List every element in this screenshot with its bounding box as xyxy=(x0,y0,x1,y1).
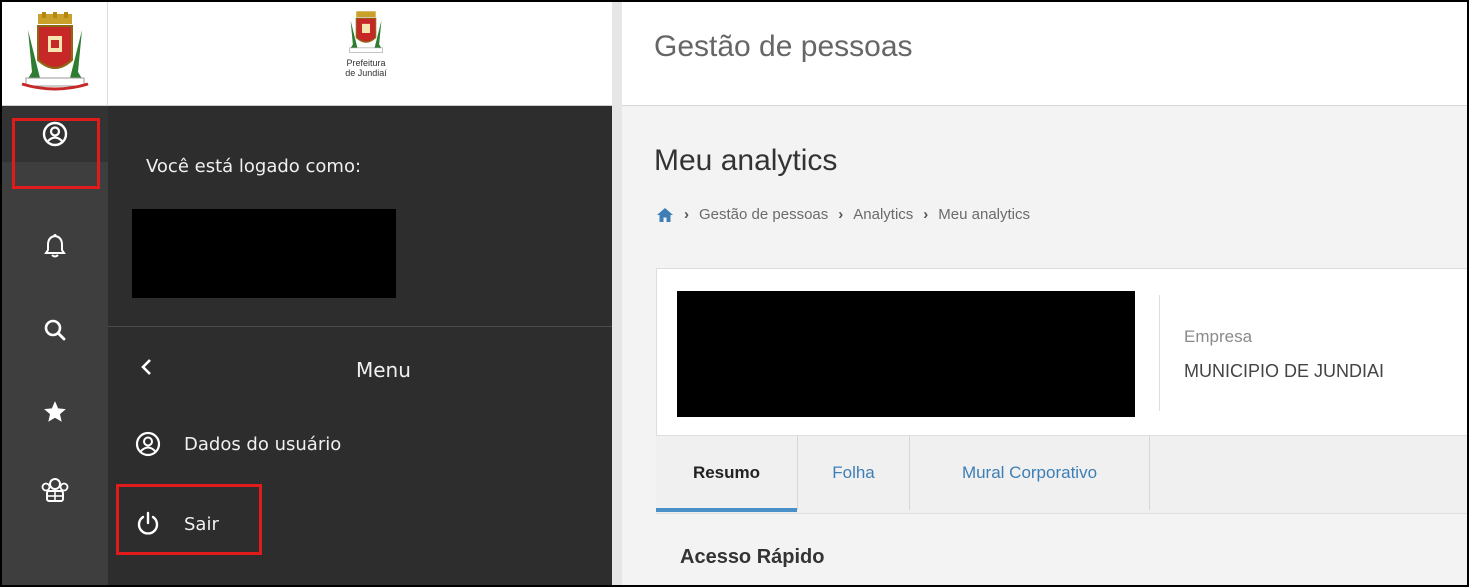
redacted-username xyxy=(132,209,396,298)
menu-title: Menu xyxy=(356,358,411,382)
breadcrumb-item[interactable]: Analytics xyxy=(853,206,913,223)
team-button[interactable] xyxy=(2,462,108,518)
tab-label: Folha xyxy=(832,463,875,482)
menu-item-label: Dados do usuário xyxy=(184,433,342,455)
chevron-left-icon xyxy=(141,359,151,375)
section-title: Acesso Rápido xyxy=(680,546,825,568)
chevron-right-icon: › xyxy=(684,206,689,223)
main-content: Meu analytics › Gestão de pessoas › Anal… xyxy=(622,106,1467,585)
menu-back-button[interactable] xyxy=(132,352,162,382)
app-window: Prefeitura de Jundiaí Você está logado c… xyxy=(0,0,1469,587)
breadcrumb-item[interactable]: Gestão de pessoas xyxy=(699,206,828,223)
coat-of-arms-logo-small[interactable] xyxy=(2,2,108,106)
company-name: MUNICIPIO DE JUNDIAI xyxy=(1184,361,1385,381)
user-button-highlight xyxy=(12,118,100,189)
bell-icon xyxy=(44,234,66,258)
panel-splitter xyxy=(612,2,622,585)
chevron-right-icon: › xyxy=(838,206,844,223)
tab-resumo[interactable]: Resumo xyxy=(656,436,798,512)
coat-of-arms-icon xyxy=(21,12,89,91)
home-icon[interactable] xyxy=(656,207,674,223)
logo-line-2: de Jundiaí xyxy=(345,68,387,78)
brand-header: Prefeitura de Jundiaí xyxy=(108,2,612,106)
search-button[interactable] xyxy=(2,302,108,358)
chevron-right-icon: › xyxy=(923,206,929,223)
app-title: Gestão de pessoas xyxy=(654,30,913,63)
redacted-employee-info xyxy=(677,291,1135,417)
search-icon xyxy=(44,319,66,341)
tab-folha[interactable]: Folha xyxy=(798,436,910,510)
star-icon xyxy=(44,401,66,422)
tab-label: Resumo xyxy=(692,463,761,482)
logo-line-1: Prefeitura xyxy=(346,58,386,68)
favorites-button[interactable] xyxy=(2,384,108,440)
prefeitura-logo-text: Prefeitura de Jundiaí xyxy=(336,58,396,78)
tab-mural-corporativo[interactable]: Mural Corporativo xyxy=(910,436,1150,510)
notifications-button[interactable] xyxy=(2,218,108,274)
panel-divider xyxy=(108,326,612,327)
coat-of-arms-icon xyxy=(349,11,383,53)
logout-highlight xyxy=(116,484,262,555)
page-title: Meu analytics xyxy=(654,144,838,177)
tab-label: Mural Corporativo xyxy=(961,463,1098,482)
employee-card: Empresa MUNICIPIO DE JUNDIAI xyxy=(656,268,1467,436)
logged-in-label: Você está logado como: xyxy=(146,156,362,177)
team-icon xyxy=(41,478,69,502)
company-label: Empresa xyxy=(1184,327,1253,346)
menu-item-user-data[interactable]: Dados do usuário xyxy=(128,422,341,466)
tab-bar: Resumo Folha Mural Corporativo xyxy=(656,436,1467,514)
user-circle-icon xyxy=(135,431,161,457)
breadcrumb: › Gestão de pessoas › Analytics › Meu an… xyxy=(656,206,1030,223)
app-header: Gestão de pessoas xyxy=(622,2,1467,106)
card-divider xyxy=(1159,295,1160,411)
breadcrumb-item-current: Meu analytics xyxy=(938,206,1031,223)
